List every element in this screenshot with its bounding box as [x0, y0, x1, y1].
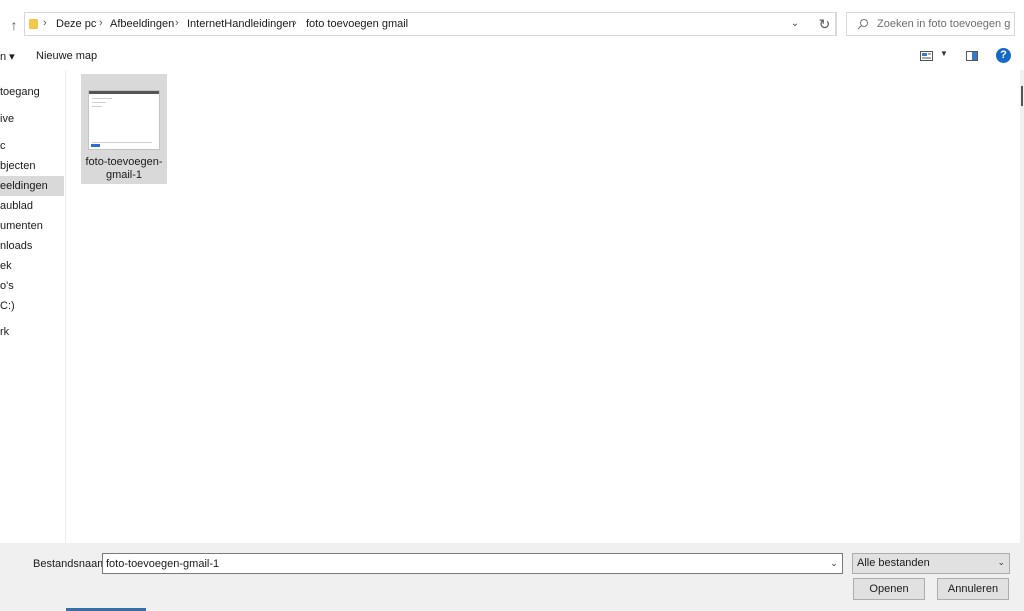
chevron-down-icon: ⌄ — [997, 557, 1005, 567]
nav-item-afbeeldingen[interactable]: eeldingen — [0, 176, 64, 196]
breadcrumb-internethandleidingen[interactable]: InternetHandleidingen — [187, 18, 295, 30]
filename-input[interactable] — [106, 556, 806, 571]
nav-item-netwerk[interactable]: rk — [0, 322, 64, 342]
open-button[interactable]: Openen — [853, 578, 925, 600]
nav-item-bureaublad[interactable]: aublad — [0, 196, 64, 216]
scrollbar[interactable] — [1020, 70, 1024, 543]
up-arrow-button[interactable]: ↑ — [6, 16, 22, 34]
nav-item-3d-objecten[interactable]: bjecten — [0, 156, 64, 176]
chevron-right-icon[interactable]: › — [43, 17, 47, 29]
file-thumbnail — [88, 90, 160, 150]
nav-item-onedrive[interactable]: ive — [0, 109, 64, 129]
filetype-selected-value: Alle bestanden — [857, 557, 930, 569]
refresh-button[interactable]: ↻ — [814, 12, 836, 36]
cancel-button[interactable]: Annuleren — [937, 578, 1009, 600]
command-toolbar: n ▾ Nieuwe map ▼ ? — [0, 44, 1024, 70]
folder-icon — [29, 19, 38, 29]
view-options-icon[interactable] — [920, 51, 933, 61]
dialog-footer: Bestandsnaam: ⌄ Alle bestanden ⌄ Openen … — [0, 543, 1024, 611]
file-name: foto-toevoegen-gmail-1 — [85, 156, 163, 181]
breadcrumb-current-folder[interactable]: foto toevoegen gmail — [306, 18, 408, 30]
search-input[interactable] — [877, 16, 1011, 32]
nav-item-downloads[interactable]: nloads — [0, 236, 64, 256]
address-dropdown-icon[interactable]: ⌄ — [787, 17, 803, 31]
search-icon — [857, 19, 868, 30]
scrollbar-thumb[interactable] — [1021, 86, 1023, 106]
breadcrumb-afbeeldingen[interactable]: Afbeeldingen — [110, 18, 174, 30]
nav-item-deze-pc[interactable]: c — [0, 136, 64, 156]
search-box[interactable] — [846, 12, 1015, 36]
navigation-pane: toegang ive c bjecten eeldingen aublad u… — [0, 70, 66, 543]
nav-item-snelle-toegang[interactable]: toegang — [0, 82, 64, 102]
breadcrumb-deze-pc[interactable]: Deze pc — [56, 18, 96, 30]
nav-item-videos[interactable]: o's — [0, 276, 64, 296]
nav-item-muziek[interactable]: ek — [0, 256, 64, 276]
filetype-select[interactable]: Alle bestanden ⌄ — [852, 553, 1010, 574]
new-folder-button[interactable]: Nieuwe map — [36, 50, 97, 62]
organize-button[interactable]: n ▾ — [0, 50, 15, 63]
chevron-right-icon[interactable]: › — [99, 17, 103, 29]
chevron-right-icon[interactable]: › — [175, 17, 179, 29]
file-item[interactable]: foto-toevoegen-gmail-1 — [81, 74, 167, 184]
help-button[interactable]: ? — [996, 48, 1011, 63]
view-dropdown-icon[interactable]: ▼ — [940, 49, 948, 58]
address-row: ↑ › Deze pc › Afbeeldingen › InternetHan… — [0, 0, 1024, 48]
nav-item-documenten[interactable]: umenten — [0, 216, 64, 236]
nav-item-local-disk[interactable]: C:) — [0, 296, 64, 316]
chevron-right-icon[interactable]: › — [293, 17, 297, 29]
filename-combobox[interactable]: ⌄ — [102, 553, 843, 574]
file-list-pane: foto-toevoegen-gmail-1 — [67, 70, 1020, 543]
address-bar[interactable]: › Deze pc › Afbeeldingen › InternetHandl… — [24, 12, 837, 36]
preview-pane-icon[interactable] — [966, 51, 978, 61]
chevron-down-icon[interactable]: ⌄ — [828, 556, 840, 571]
filename-label: Bestandsnaam: — [33, 558, 110, 570]
